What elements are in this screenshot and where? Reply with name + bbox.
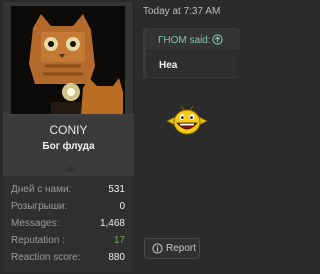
stat-reputation: Reputation : 17 (11, 235, 125, 251)
stat-days-with-us: Дней с нами: 531 (11, 184, 125, 200)
username[interactable]: CONIY (3, 123, 134, 137)
quote-text: Hea (159, 60, 178, 71)
stat-value: 0 (119, 201, 125, 212)
stat-value: 531 (108, 184, 125, 195)
user-sidebar: CONIY Бог флуда Дней с нами: 531 Розыгры… (3, 2, 134, 272)
post-timestamp[interactable]: Today at 7:37 AM (143, 6, 220, 17)
user-avatar[interactable] (11, 6, 125, 114)
stat-value: 17 (113, 235, 125, 246)
quote-author[interactable]: ГНОМ said: (158, 35, 211, 46)
stat-label: Дней с нами: (11, 184, 72, 195)
quote-header: ГНОМ said: (146, 29, 240, 51)
stat-label: Messages: (11, 218, 60, 229)
user-info: CONIY Бог флуда (3, 114, 134, 176)
user-stats: Дней с нами: 531 Розыгрыши: 0 Messages: … (3, 176, 134, 272)
stat-value: 880 (108, 252, 125, 263)
stat-reaction-score: Reaction score: 880 (11, 252, 125, 268)
big-grin-smiley-icon (166, 105, 208, 135)
stat-messages: Messages: 1,468 (11, 218, 125, 234)
avatar-image (11, 6, 125, 114)
report-label: Report (166, 243, 197, 254)
arrow-divider (64, 166, 76, 172)
stat-label: Reputation : (11, 235, 65, 246)
stat-giveaways: Розыгрыши: 0 (11, 201, 125, 217)
stat-label: Розыгрыши: (11, 201, 68, 212)
arrow-up-circle-icon[interactable] (212, 34, 223, 45)
post-container: CONIY Бог флуда Дней с нами: 531 Розыгры… (0, 0, 241, 274)
user-title: Бог флуда (42, 141, 95, 152)
report-button[interactable]: Report (144, 238, 200, 259)
stat-value[interactable]: 1,468 (100, 218, 125, 229)
stat-label: Reaction score: (11, 252, 81, 263)
info-circle-icon (152, 243, 163, 254)
quote-block: ГНОМ said: Hea (143, 28, 240, 78)
